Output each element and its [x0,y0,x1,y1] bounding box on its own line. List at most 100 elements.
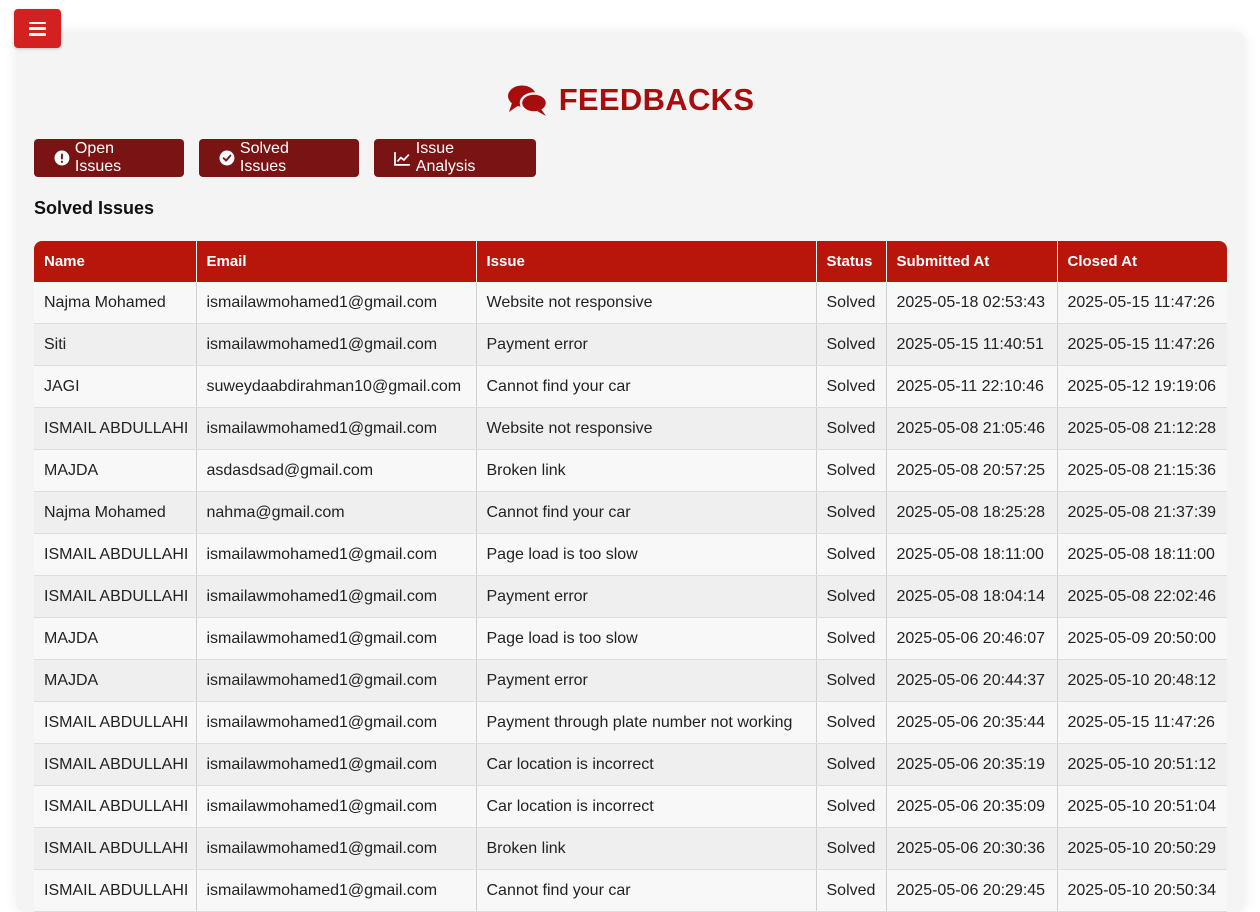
status-cell: Solved [816,785,887,828]
name-cell: ISMAIL ABDULLAHI [34,407,197,450]
submitted-at-cell: 2025-05-18 02:53:43 [886,282,1058,324]
issue-cell: Payment error [476,659,817,702]
closed-at-cell: 2025-05-08 18:11:00 [1057,533,1227,576]
table-row: ISMAIL ABDULLAHI ismailawmohamed1@gmail.c… [34,785,1227,828]
issue-cell: Website not responsive [476,282,817,324]
table-row: ISMAIL ABDULLAHI ismailawmohamed1@gmail.c… [34,575,1227,618]
email-cell: ismailawmohamed1@gmail.com [196,785,477,828]
issue-cell: Page load is too slow [476,617,817,660]
email-cell: asdasdsad@gmail.com [196,449,477,492]
status-cell: Solved [816,743,887,786]
status-cell: Solved [816,869,887,912]
name-cell: ISMAIL ABDULLAHI [34,869,197,912]
submitted-at-cell: 2025-05-06 20:29:45 [886,869,1058,912]
name-cell: MAJDA [34,449,197,492]
name-cell: JAGI [34,365,197,408]
status-cell: Solved [816,575,887,618]
status-cell: Solved [816,827,887,870]
status-cell: Solved [816,365,887,408]
email-cell: ismailawmohamed1@gmail.com [196,407,477,450]
status-cell: Solved [816,449,887,492]
table-row: ISMAIL ABDULLAHI ismailawmohamed1@gmail.c… [34,827,1227,870]
table-row: ISMAIL ABDULLAHI ismailawmohamed1@gmail.c… [34,407,1227,450]
solved-issues-button[interactable]: Solved Issues [199,139,359,177]
table-row: Siti ismailawmohamed1@gmail.com Payment er… [34,323,1227,366]
issue-analysis-button[interactable]: Issue Analysis [374,139,536,177]
submitted-at-cell: 2025-05-06 20:44:37 [886,659,1058,702]
submitted-at-cell: 2025-05-11 22:10:46 [886,365,1058,408]
exclamation-circle-icon [54,150,70,166]
closed-at-cell: 2025-05-08 21:37:39 [1057,491,1227,534]
table-row: MAJDA ismailawmohamed1@gmail.com Page load… [34,617,1227,660]
closed-at-cell: 2025-05-08 21:12:28 [1057,407,1227,450]
name-cell: ISMAIL ABDULLAHI [34,743,197,786]
status-cell: Solved [816,491,887,534]
name-cell: ISMAIL ABDULLAHI [34,827,197,870]
issue-cell: Page load is too slow [476,533,817,576]
email-cell: ismailawmohamed1@gmail.com [196,533,477,576]
submitted-at-cell: 2025-05-08 18:11:00 [886,533,1058,576]
table-header-row: Name Email Issue Status Submitted At Clo… [34,241,1227,282]
table-row: ISMAIL ABDULLAHI ismailawmohamed1@gmail.c… [34,701,1227,744]
closed-at-cell: 2025-05-10 20:48:12 [1057,659,1227,702]
email-cell: ismailawmohamed1@gmail.com [196,617,477,660]
status-cell: Solved [816,617,887,660]
email-cell: nahma@gmail.com [196,491,477,534]
email-cell: ismailawmohamed1@gmail.com [196,282,477,324]
name-cell: Najma Mohamed [34,491,197,534]
submitted-at-cell: 2025-05-08 20:57:25 [886,449,1058,492]
closed-at-cell: 2025-05-10 20:50:29 [1057,827,1227,870]
comments-icon [507,85,548,116]
email-cell: ismailawmohamed1@gmail.com [196,701,477,744]
email-cell: ismailawmohamed1@gmail.com [196,575,477,618]
feedbacks-panel: FEEDBACKS Open Issues Solved Issues Issu… [16,32,1245,912]
table-row: JAGI suweydaabdirahman10@gmail.com Cannot … [34,365,1227,408]
submitted-at-cell: 2025-05-08 21:05:46 [886,407,1058,450]
solved-issues-table: Name Email Issue Status Submitted At Clo… [34,241,1227,912]
email-cell: ismailawmohamed1@gmail.com [196,827,477,870]
column-header-status: Status [816,241,887,282]
email-cell: ismailawmohamed1@gmail.com [196,743,477,786]
column-header-issue: Issue [476,241,817,282]
submitted-at-cell: 2025-05-06 20:35:44 [886,701,1058,744]
name-cell: ISMAIL ABDULLAHI [34,701,197,744]
line-chart-icon [394,151,410,166]
submitted-at-cell: 2025-05-15 11:40:51 [886,323,1058,366]
issue-cell: Car location is incorrect [476,743,817,786]
name-cell: ISMAIL ABDULLAHI [34,533,197,576]
table-row: ISMAIL ABDULLAHI ismailawmohamed1@gmail.c… [34,533,1227,576]
column-header-email: Email [196,241,477,282]
name-cell: Siti [34,323,197,366]
issue-analysis-label: Issue Analysis [415,140,476,175]
closed-at-cell: 2025-05-15 11:47:26 [1057,323,1227,366]
issue-cell: Car location is incorrect [476,785,817,828]
closed-at-cell: 2025-05-10 20:50:34 [1057,869,1227,912]
section-title: Solved Issues [34,198,155,218]
name-cell: ISMAIL ABDULLAHI [34,785,197,828]
page-title-text: FEEDBACKS [558,82,755,117]
solved-issues-label: Solved Issues [239,140,289,175]
submitted-at-cell: 2025-05-06 20:35:19 [886,743,1058,786]
status-cell: Solved [816,323,887,366]
closed-at-cell: 2025-05-12 19:19:06 [1057,365,1227,408]
check-circle-icon [219,150,235,166]
issue-cell: Cannot find your car [476,365,817,408]
table-row: ISMAIL ABDULLAHI ismailawmohamed1@gmail.c… [34,869,1227,912]
submitted-at-cell: 2025-05-08 18:25:28 [886,491,1058,534]
name-cell: ISMAIL ABDULLAHI [34,575,197,618]
column-header-closed-at: Closed At [1057,241,1227,282]
column-header-submitted-at: Submitted At [886,241,1058,282]
closed-at-cell: 2025-05-09 20:50:00 [1057,617,1227,660]
issue-cell: Broken link [476,449,817,492]
status-cell: Solved [816,407,887,450]
closed-at-cell: 2025-05-08 21:15:36 [1057,449,1227,492]
submitted-at-cell: 2025-05-06 20:30:36 [886,827,1058,870]
open-issues-button[interactable]: Open Issues [34,139,184,177]
status-cell: Solved [816,659,887,702]
issue-cell: Payment through plate number not working [476,701,817,744]
solved-issues-table-wrap: Name Email Issue Status Submitted At Clo… [34,241,1227,912]
menu-toggle-button[interactable] [14,9,61,48]
issue-cell: Cannot find your car [476,869,817,912]
page-title: FEEDBACKS [16,82,1245,118]
toolbar: Open Issues Solved Issues Issue Analysis [34,139,536,177]
